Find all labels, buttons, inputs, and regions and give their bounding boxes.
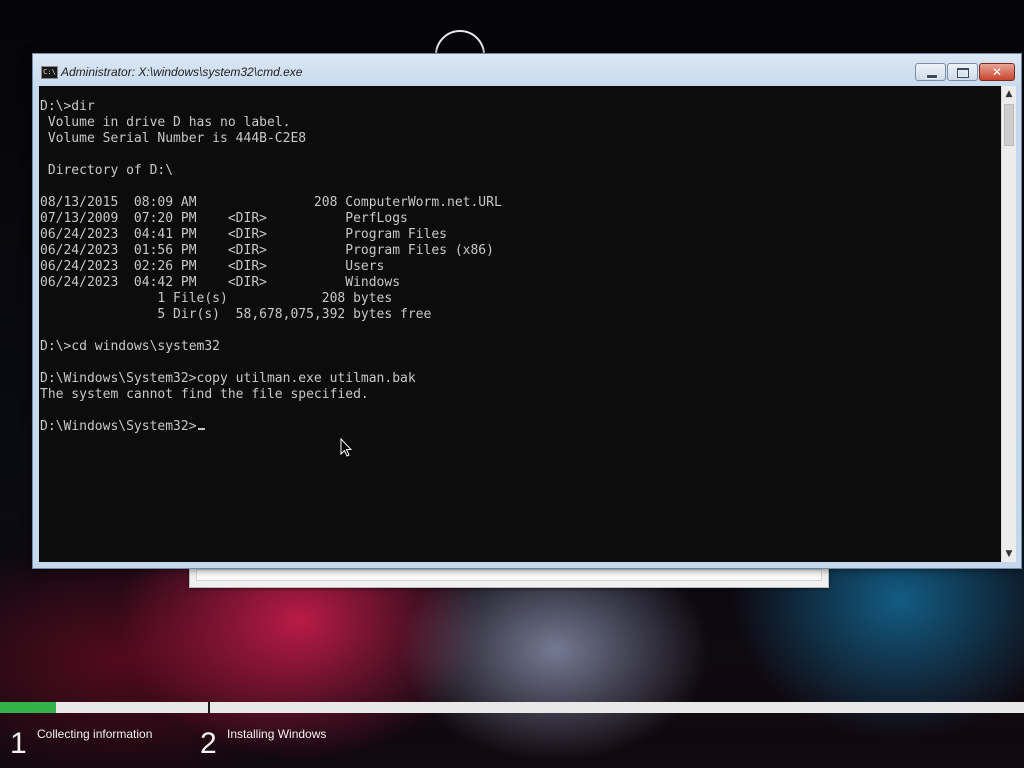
console-line: D:\Windows\System32>copy utilman.exe uti… xyxy=(40,371,416,386)
vertical-scrollbar[interactable]: ▲ ▼ xyxy=(1001,86,1016,562)
mouse-pointer-icon xyxy=(340,438,352,457)
step-label: Installing Windows xyxy=(227,727,327,741)
title-bar[interactable]: C:\ Administrator: X:\windows\system32\c… xyxy=(33,54,1021,86)
window-title: Administrator: X:\windows\system32\cmd.e… xyxy=(61,65,303,79)
scrollbar-thumb[interactable] xyxy=(1004,104,1014,146)
setup-progress-track xyxy=(0,702,1024,713)
minimize-button[interactable] xyxy=(915,63,946,81)
step-number: 2 xyxy=(200,727,217,760)
scroll-down-icon[interactable]: ▼ xyxy=(1002,546,1016,562)
console-line: Volume in drive D has no label. xyxy=(40,115,291,130)
console-line: Directory of D:\ xyxy=(40,163,174,178)
console-text: D:\>dir Volume in drive D has no label. … xyxy=(39,86,1001,435)
scroll-up-icon[interactable]: ▲ xyxy=(1002,86,1016,102)
console-line: 07/13/2009 07:20 PM <DIR> PerfLogs xyxy=(40,211,408,226)
console-line: D:\>dir xyxy=(40,99,95,114)
minimize-icon xyxy=(926,74,938,79)
console-output[interactable]: D:\>dir Volume in drive D has no label. … xyxy=(39,86,1001,562)
progress-step-divider xyxy=(208,702,210,713)
setup-progress-fill xyxy=(0,702,57,713)
console-line: 06/24/2023 04:42 PM <DIR> Windows xyxy=(40,275,401,290)
console-line: 5 Dir(s) 58,678,075,392 bytes free xyxy=(40,307,432,322)
close-icon: ✕ xyxy=(991,65,1003,79)
console-line: 06/24/2023 04:41 PM <DIR> Program Files xyxy=(40,227,447,242)
cmd-window[interactable]: C:\ Administrator: X:\windows\system32\c… xyxy=(32,53,1022,569)
console-line: The system cannot find the file specifie… xyxy=(40,387,369,402)
cmd-icon: C:\ xyxy=(41,66,58,79)
maximize-icon xyxy=(957,68,969,78)
console-line: 06/24/2023 02:26 PM <DIR> Users xyxy=(40,259,385,274)
console-line: 08/13/2015 08:09 AM 208 ComputerWorm.net… xyxy=(40,195,502,210)
setup-dialog-edge xyxy=(189,566,829,588)
console-line: Volume Serial Number is 444B-C2E8 xyxy=(40,131,307,146)
setup-background-logo xyxy=(380,30,640,80)
console-line: D:\>cd windows\system32 xyxy=(40,339,221,354)
close-button[interactable]: ✕ xyxy=(979,63,1015,81)
console-prompt: D:\Windows\System32> xyxy=(40,419,197,434)
step-number: 1 xyxy=(10,727,27,760)
console-line: 1 File(s) 208 bytes xyxy=(40,291,393,306)
maximize-button[interactable] xyxy=(947,63,978,81)
console-line: 06/24/2023 01:56 PM <DIR> Program Files … xyxy=(40,243,494,258)
console-history: D:\>dir Volume in drive D has no label. … xyxy=(40,99,502,402)
step-label: Collecting information xyxy=(37,727,153,741)
text-cursor xyxy=(197,428,205,430)
